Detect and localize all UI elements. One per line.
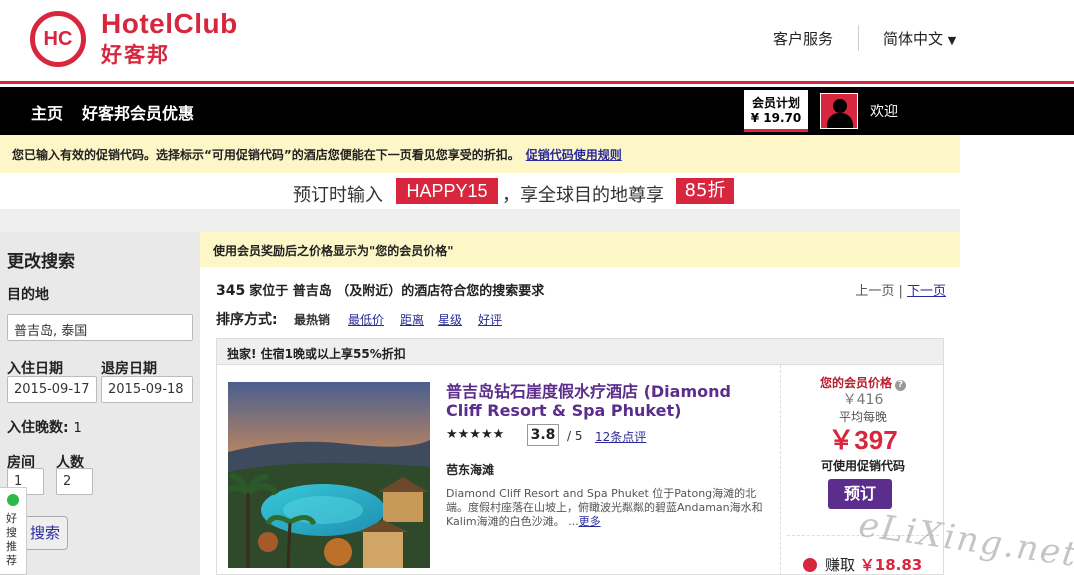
language-selector[interactable]: 简体中文 ▼ xyxy=(883,28,956,49)
hotel-photo[interactable] xyxy=(228,382,430,568)
pager: 上一页 | 下一页 xyxy=(855,284,946,299)
member-plan-box[interactable]: 会员计划 ¥ 19.70 xyxy=(744,90,808,132)
promo-available-label: 可使用促销代码 xyxy=(820,459,905,473)
more-link[interactable]: 更多 xyxy=(579,515,601,528)
checkout-label: 退房日期 xyxy=(101,361,157,377)
checkout-date-field[interactable]: 2015-09-18 xyxy=(101,376,193,403)
hotel-name-link[interactable]: 普吉岛钻石崖度假水疗酒店 (Diamond Cliff Resort & Spa… xyxy=(446,382,766,420)
checkin-label: 入住日期 xyxy=(7,361,63,377)
side-recommend-widget[interactable]: 好搜推荐 xyxy=(0,487,27,575)
right-gutter xyxy=(960,135,1074,575)
results-panel: 使用会员奖励后之价格显示为"您的会员价格" 345 家位于 普吉岛 （及附近）的酒… xyxy=(200,232,960,575)
sort-label: 排序方式: xyxy=(216,312,278,328)
destination-label: 目的地 xyxy=(7,287,49,303)
original-price: ￥416 xyxy=(842,392,884,408)
site-header: HC HotelClub 好客邦 客户服务 简体中文 ▼ xyxy=(0,0,1074,84)
language-label: 简体中文 xyxy=(883,30,944,48)
nights-value: 1 xyxy=(73,421,82,436)
logo-name[interactable]: HotelClub xyxy=(101,8,238,40)
hotel-description: Diamond Cliff Resort and Spa Phuket 位于Pa… xyxy=(446,487,763,528)
review-score: 3.8 xyxy=(527,424,559,446)
promo-code-badge: HAPPY15 xyxy=(396,178,498,204)
sort-option-distance[interactable]: 距离 xyxy=(400,311,424,328)
promo-prefix: 预订时输入 xyxy=(293,185,383,206)
header-divider xyxy=(858,25,859,51)
book-button[interactable]: 预订 xyxy=(828,479,892,509)
promo-code-notice: 您已输入有效的促销代码。选择标示“可用促销代码”的酒店您便能在下一页看见您享受的… xyxy=(0,135,960,173)
search-sidebar: 更改搜索 目的地 普吉岛, 泰国 入住日期 退房日期 2015-09-17 20… xyxy=(0,232,200,575)
hotel-area: 芭东海滩 xyxy=(446,463,495,477)
promo-notice-text: 您已输入有效的促销代码。选择标示“可用促销代码”的酒店您便能在下一页看见您享受的… xyxy=(12,148,520,162)
promo-discount-badge: 85折 xyxy=(676,178,734,204)
sort-option-lowest-price[interactable]: 最低价 xyxy=(348,311,384,328)
logo-icon[interactable]: HC xyxy=(30,11,86,67)
coin-icon xyxy=(803,558,817,572)
promo-middle: ，享全球目的地尊享 xyxy=(502,185,664,206)
sort-option-stars[interactable]: 星级 xyxy=(438,311,462,328)
status-dot-icon xyxy=(7,494,19,506)
earn-rewards: 赚取 ￥18.83 xyxy=(803,554,922,575)
page: HC HotelClub 好客邦 客户服务 简体中文 ▼ 主页 好客邦会员优惠 … xyxy=(0,0,1074,575)
result-count-number: 345 xyxy=(216,283,246,299)
main-nav: 主页 好客邦会员优惠 会员计划 ¥ 19.70 欢迎 xyxy=(0,87,1074,135)
search-button[interactable]: 搜索 xyxy=(22,516,68,550)
earn-value: ￥18.83 xyxy=(859,556,923,574)
sort-option-rating[interactable]: 好评 xyxy=(478,311,502,328)
result-count: 345 家位于 普吉岛 （及附近）的酒店符合您的搜索要求 xyxy=(216,280,544,299)
hotel-card: 普吉岛钻石崖度假水疗酒店 (Diamond Cliff Resort & Spa… xyxy=(216,365,944,575)
nav-member-offers[interactable]: 好客邦会员优惠 xyxy=(82,100,194,124)
sort-option-bestseller[interactable]: 最热销 xyxy=(294,311,330,328)
sidebar-title: 更改搜索 xyxy=(7,252,75,272)
review-scale: / 5 xyxy=(567,429,583,443)
reviews-link[interactable]: 12条点评 xyxy=(595,428,646,445)
prev-page-link[interactable]: 上一页 xyxy=(855,284,894,299)
destination-input[interactable]: 普吉岛, 泰国 xyxy=(7,314,193,341)
nights-label: 入住晚数: 1 xyxy=(7,420,82,436)
promo-rules-link[interactable]: 促销代码使用规则 xyxy=(526,148,622,162)
next-page-link[interactable]: 下一页 xyxy=(907,284,946,299)
member-plan-label: 会员计划 xyxy=(751,96,800,110)
caret-down-icon: ▼ xyxy=(947,34,957,47)
nav-home[interactable]: 主页 xyxy=(31,100,63,124)
member-price-notice: 使用会员奖励后之价格显示为"您的会员价格" xyxy=(200,232,960,267)
checkin-date-field[interactable]: 2015-09-17 xyxy=(7,376,97,403)
guests-select[interactable]: 2 xyxy=(56,468,93,495)
avatar-icon[interactable] xyxy=(820,93,858,129)
customer-service-link[interactable]: 客户服务 xyxy=(773,28,833,49)
welcome-link[interactable]: 欢迎 xyxy=(870,101,898,121)
logo-name-cn[interactable]: 好客邦 xyxy=(101,39,170,69)
promo-banner: 预订时输入 HAPPY15 ，享全球目的地尊享 85折 xyxy=(0,173,960,209)
widget-label: 好搜推荐 xyxy=(6,512,17,567)
deal-banner: 独家! 住宿1晚或以上享55%折扣 xyxy=(216,338,944,365)
member-price: ￥397 xyxy=(828,425,898,455)
result-count-text: 家位于 普吉岛 （及附近）的酒店符合您的搜索要求 xyxy=(249,284,545,299)
star-rating-icon: ★★★★★ xyxy=(446,427,505,442)
member-plan-value: ¥ 19.70 xyxy=(750,111,802,125)
